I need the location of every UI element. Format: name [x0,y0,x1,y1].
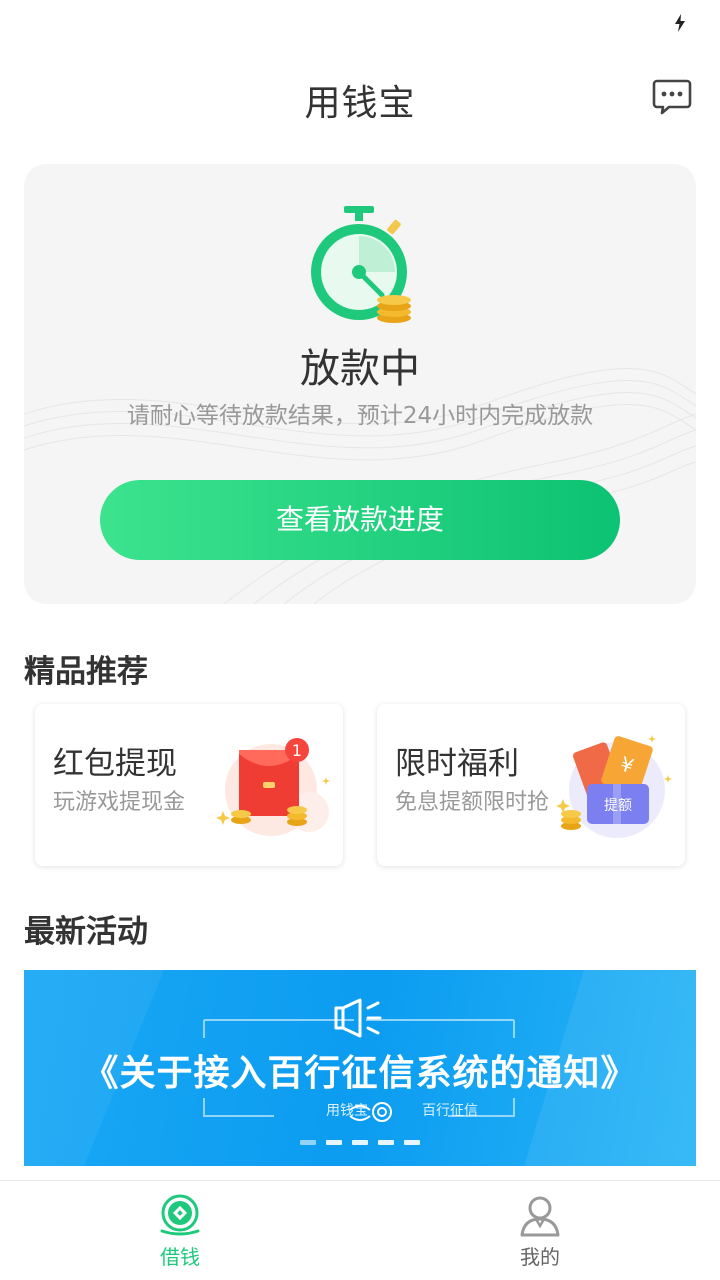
user-profile-icon [520,1196,560,1237]
page-title: 用钱宝 [304,83,416,124]
charging-bolt-icon [675,14,685,32]
carousel-dot[interactable] [300,1140,316,1145]
brand-logo-yongqianbao: 用钱宝 [326,1103,368,1119]
promo-card-title: 红包提现 [53,746,177,782]
tab-label: 借钱 [160,1245,200,1269]
activity-banner[interactable]: 《关于接入百行征信系统的通知》 用钱宝 百行征信 [24,970,696,1166]
recommend-section-title: 精品推荐 [24,654,148,690]
bottom-tab-bar: 借钱 我的 [0,1180,720,1280]
coupon-tickets-icon: ¥ 提额 [556,735,672,838]
loan-status-title: 放款中 [300,346,420,392]
raise-limit-label: 提额 [604,798,632,814]
tab-borrow[interactable]: 借钱 [0,1181,360,1280]
activities-section-title: 最新活动 [24,914,148,950]
carousel-dot[interactable] [326,1140,342,1145]
red-envelope-icon: 1 [216,738,330,836]
notification-badge: 1 [292,741,302,760]
promo-card-title: 限时福利 [395,746,519,782]
carousel-dot[interactable] [378,1140,394,1145]
chat-bubble-icon[interactable] [652,78,692,116]
promo-card-red-envelope[interactable]: 红包提现 玩游戏提现金 1 [35,704,343,866]
promo-card-limited-benefit[interactable]: 限时福利 免息提额限时抢 ¥ 提额 [377,704,685,866]
wallet-diamond-icon [160,1194,200,1236]
view-progress-button[interactable]: 查看放款进度 [100,480,620,560]
loan-status-description: 请耐心等待放款结果，预计24小时内完成放款 [126,403,594,429]
tab-mine[interactable]: 我的 [360,1181,720,1280]
app-header: 用钱宝 [0,60,720,136]
carousel-indicator [300,1140,420,1145]
loan-status-card: 放款中 请耐心等待放款结果，预计24小时内完成放款 查看放款进度 [24,164,696,604]
carousel-dot[interactable] [404,1140,420,1145]
banner-headline: 《关于接入百行征信系统的通知》 [82,1053,638,1094]
brand-logo-baihang: 百行征信 [422,1103,478,1119]
promo-card-subtitle: 免息提额限时抢 [395,790,550,815]
carousel-dot[interactable] [352,1140,368,1145]
stopwatch-coins-icon [311,206,411,323]
status-bar [0,0,720,48]
promo-card-subtitle: 玩游戏提现金 [53,790,186,815]
tab-label: 我的 [520,1245,560,1269]
